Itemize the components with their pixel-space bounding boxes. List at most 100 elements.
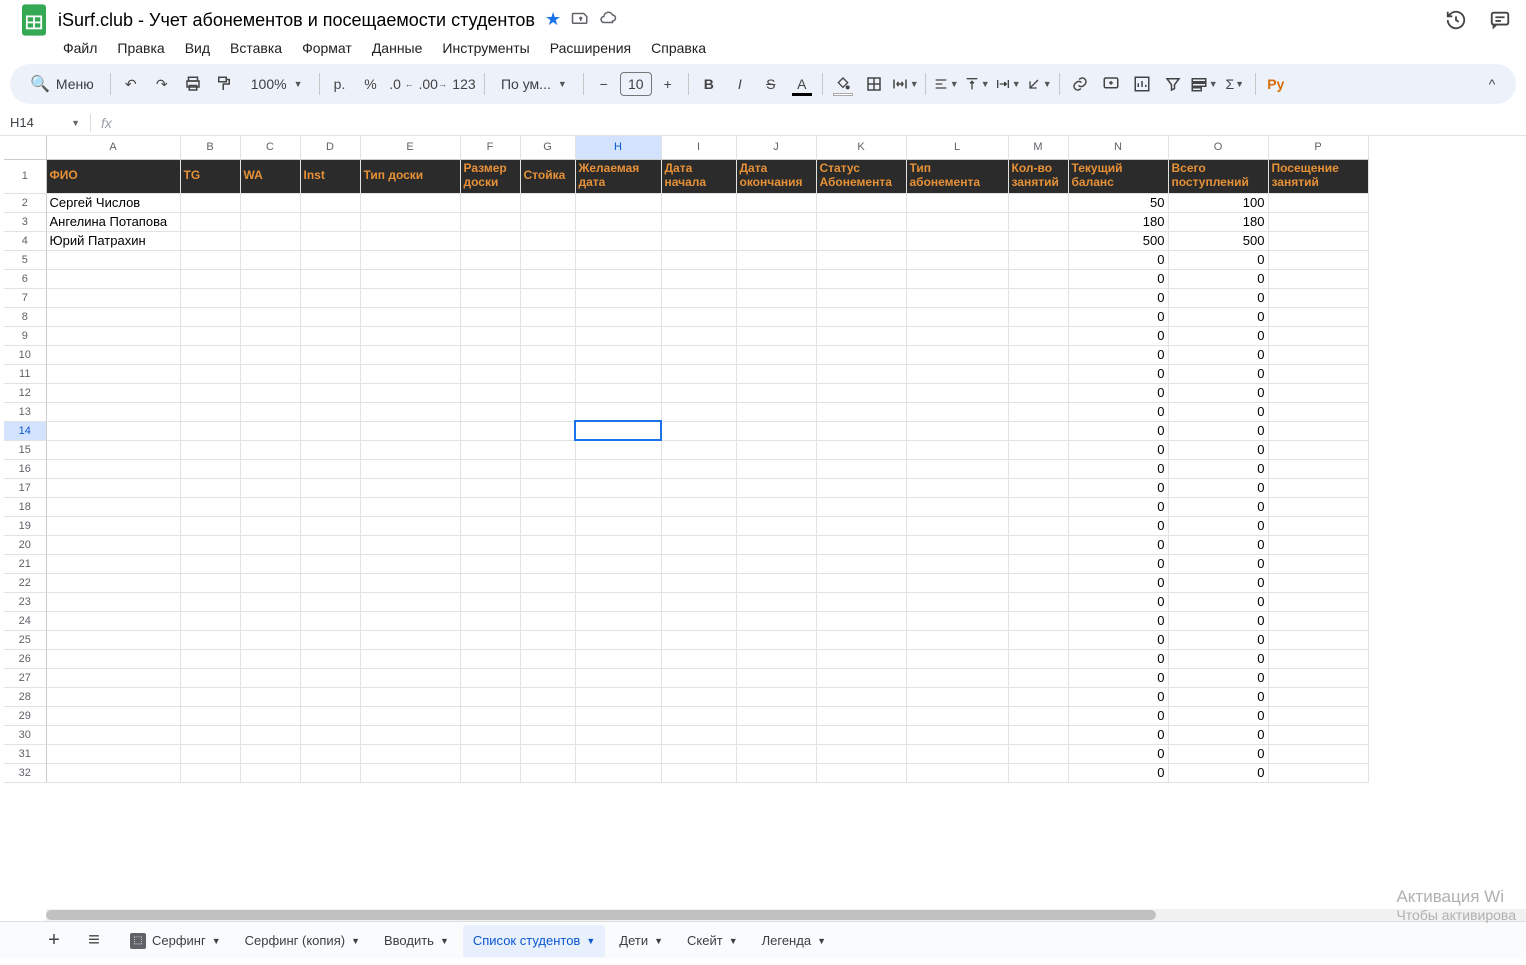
cell-E30[interactable]: [360, 725, 460, 744]
cell-J16[interactable]: [736, 459, 816, 478]
menu-Формат[interactable]: Формат: [293, 36, 361, 60]
cell-F32[interactable]: [460, 763, 520, 782]
cell-F8[interactable]: [460, 307, 520, 326]
cell-G21[interactable]: [520, 554, 575, 573]
cell-I16[interactable]: [661, 459, 736, 478]
cell-H11[interactable]: [575, 364, 661, 383]
cell-K5[interactable]: [816, 250, 906, 269]
cell-H28[interactable]: [575, 687, 661, 706]
cell-H2[interactable]: [575, 193, 661, 212]
cell-H21[interactable]: [575, 554, 661, 573]
cell-G20[interactable]: [520, 535, 575, 554]
row-header-4[interactable]: 4: [4, 231, 46, 250]
cell-D26[interactable]: [300, 649, 360, 668]
cell-N4[interactable]: 500: [1068, 231, 1168, 250]
cell-H4[interactable]: [575, 231, 661, 250]
row-header-16[interactable]: 16: [4, 459, 46, 478]
select-all[interactable]: [4, 136, 46, 159]
cell-B19[interactable]: [180, 516, 240, 535]
cell-F20[interactable]: [460, 535, 520, 554]
cell-G27[interactable]: [520, 668, 575, 687]
column-header-B[interactable]: B: [180, 136, 240, 159]
cell-F26[interactable]: [460, 649, 520, 668]
cell-G23[interactable]: [520, 592, 575, 611]
cell-B5[interactable]: [180, 250, 240, 269]
cell-M18[interactable]: [1008, 497, 1068, 516]
cell-M3[interactable]: [1008, 212, 1068, 231]
cell-J13[interactable]: [736, 402, 816, 421]
cell-H19[interactable]: [575, 516, 661, 535]
row-header-31[interactable]: 31: [4, 744, 46, 763]
cell-E19[interactable]: [360, 516, 460, 535]
cell-G17[interactable]: [520, 478, 575, 497]
cell-C26[interactable]: [240, 649, 300, 668]
cell-M28[interactable]: [1008, 687, 1068, 706]
cell-H5[interactable]: [575, 250, 661, 269]
cell-C24[interactable]: [240, 611, 300, 630]
cell-C18[interactable]: [240, 497, 300, 516]
cell-A14[interactable]: [46, 421, 180, 440]
cell-I22[interactable]: [661, 573, 736, 592]
cell-C1[interactable]: WA: [240, 159, 300, 193]
font-dropdown[interactable]: По ум...▼: [491, 70, 577, 98]
cloud-icon[interactable]: [599, 9, 617, 32]
cell-L27[interactable]: [906, 668, 1008, 687]
cell-P22[interactable]: [1268, 573, 1368, 592]
cell-B14[interactable]: [180, 421, 240, 440]
cell-P15[interactable]: [1268, 440, 1368, 459]
cell-C29[interactable]: [240, 706, 300, 725]
cell-A9[interactable]: [46, 326, 180, 345]
cell-B13[interactable]: [180, 402, 240, 421]
cell-N19[interactable]: 0: [1068, 516, 1168, 535]
cell-G13[interactable]: [520, 402, 575, 421]
cell-N30[interactable]: 0: [1068, 725, 1168, 744]
cell-O5[interactable]: 0: [1168, 250, 1268, 269]
row-header-8[interactable]: 8: [4, 307, 46, 326]
cell-F11[interactable]: [460, 364, 520, 383]
cell-D7[interactable]: [300, 288, 360, 307]
cell-I23[interactable]: [661, 592, 736, 611]
cell-B29[interactable]: [180, 706, 240, 725]
cell-B23[interactable]: [180, 592, 240, 611]
cell-J8[interactable]: [736, 307, 816, 326]
link-button[interactable]: [1066, 70, 1094, 98]
cell-A18[interactable]: [46, 497, 180, 516]
cell-B17[interactable]: [180, 478, 240, 497]
cell-H16[interactable]: [575, 459, 661, 478]
cell-M11[interactable]: [1008, 364, 1068, 383]
cell-P19[interactable]: [1268, 516, 1368, 535]
cell-I30[interactable]: [661, 725, 736, 744]
cell-I11[interactable]: [661, 364, 736, 383]
cell-P13[interactable]: [1268, 402, 1368, 421]
cell-G10[interactable]: [520, 345, 575, 364]
cell-O26[interactable]: 0: [1168, 649, 1268, 668]
cell-H13[interactable]: [575, 402, 661, 421]
cell-I19[interactable]: [661, 516, 736, 535]
cell-E15[interactable]: [360, 440, 460, 459]
cell-F13[interactable]: [460, 402, 520, 421]
cell-I20[interactable]: [661, 535, 736, 554]
cell-E3[interactable]: [360, 212, 460, 231]
cell-E13[interactable]: [360, 402, 460, 421]
cell-G1[interactable]: Стойка: [520, 159, 575, 193]
column-header-C[interactable]: C: [240, 136, 300, 159]
cell-A28[interactable]: [46, 687, 180, 706]
cell-M21[interactable]: [1008, 554, 1068, 573]
cell-L9[interactable]: [906, 326, 1008, 345]
row-header-7[interactable]: 7: [4, 288, 46, 307]
cell-M22[interactable]: [1008, 573, 1068, 592]
cell-N32[interactable]: 0: [1068, 763, 1168, 782]
cell-H25[interactable]: [575, 630, 661, 649]
row-header-11[interactable]: 11: [4, 364, 46, 383]
cell-E17[interactable]: [360, 478, 460, 497]
cell-P18[interactable]: [1268, 497, 1368, 516]
cell-E20[interactable]: [360, 535, 460, 554]
cell-I5[interactable]: [661, 250, 736, 269]
cell-J5[interactable]: [736, 250, 816, 269]
vertical-align-button[interactable]: ▼: [963, 70, 991, 98]
cell-J3[interactable]: [736, 212, 816, 231]
cell-A30[interactable]: [46, 725, 180, 744]
cell-D29[interactable]: [300, 706, 360, 725]
cell-P7[interactable]: [1268, 288, 1368, 307]
column-header-D[interactable]: D: [300, 136, 360, 159]
